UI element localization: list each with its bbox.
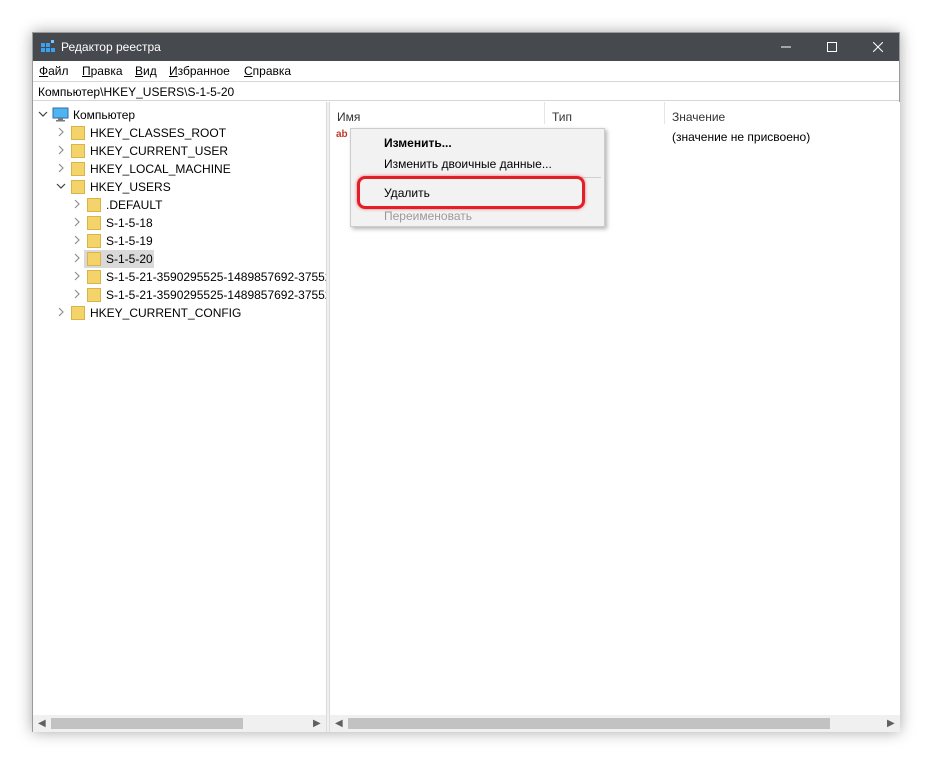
menu-help[interactable]: Справка bbox=[244, 64, 291, 78]
chevron-right-icon[interactable] bbox=[56, 307, 66, 317]
tree-item-s-1-5-21-b[interactable]: S-1-5-21-3590295525-1489857692-3755235 bbox=[33, 286, 326, 304]
scrollbar-thumb[interactable] bbox=[348, 718, 830, 729]
menu-file-mnemonic: Ф bbox=[39, 64, 49, 78]
tree-item-hkey-current-user[interactable]: HKEY_CURRENT_USER bbox=[33, 142, 326, 160]
context-item-label: Переименовать bbox=[384, 209, 472, 223]
tree-item-computer[interactable]: Компьютер bbox=[33, 106, 326, 124]
folder-icon bbox=[87, 288, 101, 302]
tree-item-label: HKEY_CURRENT_USER bbox=[90, 144, 229, 158]
menu-edit-label: равка bbox=[90, 64, 123, 78]
folder-open-icon bbox=[71, 180, 85, 194]
tree-item-label: S-1-5-21-3590295525-1489857692-3755235 bbox=[106, 270, 326, 284]
tree-item-label: HKEY_CLASSES_ROOT bbox=[90, 126, 227, 140]
tree-item-label: S-1-5-20 bbox=[106, 252, 153, 266]
folder-icon bbox=[87, 252, 101, 266]
menu-view-mnemonic: В bbox=[135, 64, 144, 78]
menu-favorites[interactable]: Избранное bbox=[169, 64, 230, 78]
menu-edit[interactable]: Правка bbox=[82, 64, 123, 78]
context-item-modify[interactable]: Изменить... bbox=[351, 132, 604, 154]
title-bar[interactable]: Редактор реестра bbox=[33, 33, 899, 61]
tree-item-hkey-local-machine[interactable]: HKEY_LOCAL_MACHINE bbox=[33, 160, 326, 178]
tree-horizontal-scrollbar[interactable]: ◀ ▶ bbox=[33, 715, 326, 732]
column-separator[interactable] bbox=[544, 102, 545, 124]
chevron-right-icon[interactable] bbox=[56, 145, 66, 155]
folder-icon bbox=[71, 144, 85, 158]
folder-icon bbox=[71, 126, 85, 140]
chevron-right-icon[interactable] bbox=[72, 271, 82, 281]
context-item-label: Изменить... bbox=[384, 136, 452, 150]
computer-icon bbox=[52, 107, 69, 122]
scroll-right-icon[interactable]: ▶ bbox=[887, 718, 895, 729]
window-title: Редактор реестра bbox=[61, 40, 161, 54]
tree-pane[interactable]: Компьютер HKEY_CLASSES_ROOT HKEY_CURRENT… bbox=[33, 102, 326, 732]
tree-item-s-1-5-19[interactable]: S-1-5-19 bbox=[33, 232, 326, 250]
scrollbar-thumb[interactable] bbox=[51, 718, 243, 729]
menu-file[interactable]: Файл bbox=[39, 64, 69, 78]
menu-favorites-label: збранное bbox=[177, 64, 230, 78]
chevron-right-icon[interactable] bbox=[56, 163, 66, 173]
value-data: (значение не присвоено) bbox=[672, 130, 811, 144]
string-value-icon: ab bbox=[336, 129, 348, 140]
context-item-modify-binary[interactable]: Изменить двоичные данные... bbox=[351, 153, 604, 175]
menu-view[interactable]: Вид bbox=[135, 64, 157, 78]
tree-item-label: HKEY_USERS bbox=[90, 180, 171, 194]
address-path: Компьютер\HKEY_USERS\S-1-5-20 bbox=[38, 85, 235, 99]
scroll-right-icon[interactable]: ▶ bbox=[313, 718, 321, 729]
chevron-right-icon[interactable] bbox=[72, 235, 82, 245]
chevron-right-icon[interactable] bbox=[72, 289, 82, 299]
folder-icon bbox=[87, 216, 101, 230]
tree-item-default[interactable]: .DEFAULT bbox=[33, 196, 326, 214]
chevron-right-icon[interactable] bbox=[72, 199, 82, 209]
registry-editor-icon bbox=[41, 40, 55, 52]
tree-item-s-1-5-20[interactable]: S-1-5-20 bbox=[33, 250, 326, 268]
tree-item-label: HKEY_LOCAL_MACHINE bbox=[90, 162, 231, 176]
chevron-down-icon[interactable] bbox=[38, 109, 48, 119]
tree-item-label: S-1-5-19 bbox=[106, 234, 153, 248]
chevron-right-icon[interactable] bbox=[72, 253, 82, 263]
tree-item-hkey-current-config[interactable]: HKEY_CURRENT_CONFIG bbox=[33, 304, 326, 322]
tree-item-s-1-5-18[interactable]: S-1-5-18 bbox=[33, 214, 326, 232]
maximize-button[interactable] bbox=[809, 33, 855, 61]
tree-item-label: S-1-5-18 bbox=[106, 216, 153, 230]
folder-icon bbox=[87, 198, 101, 212]
tree-item-s-1-5-21-a[interactable]: S-1-5-21-3590295525-1489857692-3755235 bbox=[33, 268, 326, 286]
minimize-button[interactable] bbox=[763, 33, 809, 61]
tree-item-label: HKEY_CURRENT_CONFIG bbox=[90, 306, 242, 320]
tree-item-label: S-1-5-21-3590295525-1489857692-3755235 bbox=[106, 288, 326, 302]
context-item-label: Изменить двоичные данные... bbox=[384, 157, 552, 171]
scroll-left-icon[interactable]: ◀ bbox=[335, 718, 343, 729]
menu-help-mnemonic: С bbox=[244, 64, 253, 78]
delete-highlight-annotation bbox=[357, 176, 585, 209]
minimize-icon bbox=[781, 46, 791, 48]
menu-file-label: айл bbox=[48, 64, 69, 78]
menu-view-label: ид bbox=[143, 64, 157, 78]
tree-item-label: Компьютер bbox=[73, 108, 136, 122]
folder-icon bbox=[87, 270, 101, 284]
folder-icon bbox=[71, 306, 85, 320]
chevron-down-icon[interactable] bbox=[56, 181, 66, 191]
close-icon bbox=[873, 42, 883, 52]
tree-item-label: .DEFAULT bbox=[106, 198, 163, 212]
column-separator[interactable] bbox=[664, 102, 665, 124]
maximize-icon bbox=[827, 42, 837, 52]
tree-item-hkey-users[interactable]: HKEY_USERS bbox=[33, 178, 326, 196]
menu-help-label: правка bbox=[252, 64, 292, 78]
address-bar[interactable]: Компьютер\HKEY_USERS\S-1-5-20 bbox=[33, 81, 899, 101]
folder-icon bbox=[87, 234, 101, 248]
scroll-left-icon[interactable]: ◀ bbox=[38, 718, 46, 729]
chevron-right-icon[interactable] bbox=[56, 127, 66, 137]
tree-item-hkey-classes-root[interactable]: HKEY_CLASSES_ROOT bbox=[33, 124, 326, 142]
chevron-right-icon[interactable] bbox=[72, 217, 82, 227]
menu-bar: Файл Правка Вид Избранное Справка bbox=[33, 61, 899, 81]
menu-favorites-mnemonic: И bbox=[169, 64, 178, 78]
close-button[interactable] bbox=[855, 33, 901, 61]
list-horizontal-scrollbar[interactable]: ◀ ▶ bbox=[330, 715, 900, 732]
folder-icon bbox=[71, 162, 85, 176]
menu-edit-mnemonic: П bbox=[82, 64, 91, 78]
